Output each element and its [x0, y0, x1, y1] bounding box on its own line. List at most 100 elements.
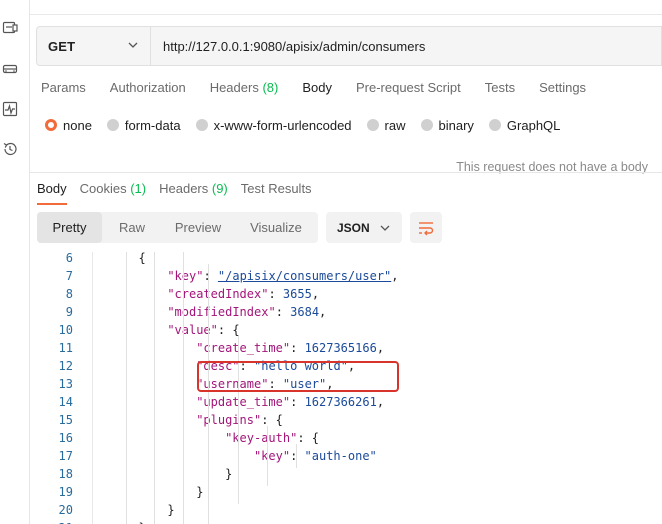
radio-label: none [63, 117, 92, 133]
radio-dot [45, 119, 57, 131]
code-line: 11 "create_time": 1627365166, [30, 339, 662, 357]
wrap-lines-button[interactable] [410, 212, 442, 243]
line-number: 14 [58, 395, 73, 409]
tab-label: Headers [159, 181, 209, 196]
line-number: 18 [58, 467, 73, 481]
tab-label: Cookies [79, 181, 127, 196]
radio-dot [366, 119, 379, 131]
json-key: "create_time" [196, 341, 291, 355]
main-panel: GET http://127.0.0.1:9080/apisix/admin/c… [30, 0, 662, 524]
tab-label: Settings [539, 80, 587, 95]
tab-label: Tests [484, 80, 516, 95]
line-number: 7 [65, 269, 73, 283]
line-number: 9 [65, 305, 73, 319]
code-line: 10 "value": { [30, 321, 662, 339]
radio-raw[interactable]: raw [366, 116, 406, 134]
code-line: 9 "modifiedIndex": 3684, [30, 303, 662, 321]
history-icon[interactable] [2, 141, 18, 157]
radio-graphql[interactable]: GraphQL [488, 116, 560, 134]
line-number: 16 [58, 431, 73, 445]
collections-icon[interactable] [2, 20, 18, 36]
tab-tests[interactable]: Tests [485, 80, 515, 102]
environments-icon[interactable] [2, 61, 18, 77]
method-select[interactable]: GET [37, 27, 151, 65]
view-preview-button[interactable]: Preview [162, 212, 234, 243]
indent-guide [126, 252, 127, 524]
request-url-bar: GET http://127.0.0.1:9080/apisix/admin/c… [36, 26, 662, 66]
json-punctuation: : { [217, 323, 240, 337]
code-line: 16 "key-auth": { [30, 429, 662, 447]
json-key: "key" [253, 449, 291, 463]
chevron-down-icon [128, 42, 138, 48]
code-text: "create_time": 1627365166, [196, 339, 384, 357]
format-label: JSON [337, 220, 370, 235]
line-number: 8 [65, 287, 73, 301]
json-punctuation: , [311, 287, 320, 301]
response-tab-test-results[interactable]: Test Results [241, 181, 312, 196]
json-punctuation: , [376, 341, 385, 355]
line-number: 13 [58, 377, 73, 391]
code-line: 8 "createdIndex": 3655, [30, 285, 662, 303]
line-number: 11 [58, 341, 73, 355]
tab-body[interactable]: Body [302, 80, 332, 102]
radio-none[interactable]: none [45, 116, 92, 134]
view-visualize-button[interactable]: Visualize [234, 212, 318, 243]
view-raw-button[interactable]: Raw [102, 212, 162, 243]
radio-binary[interactable]: binary [420, 116, 474, 134]
tab-pre-request-script[interactable]: Pre-request Script [356, 80, 461, 102]
line-number: 20 [58, 503, 73, 517]
username-highlight-box [197, 361, 399, 392]
radio-label: raw [384, 117, 406, 133]
radio-form-data[interactable]: form-data [106, 116, 181, 134]
json-value: 1627365166 [304, 341, 377, 355]
tab-label: Headers [209, 80, 259, 95]
code-text: }, [138, 519, 152, 524]
json-punctuation: , [391, 269, 399, 283]
view-mode-group: Pretty Raw Preview Visualize [37, 212, 318, 243]
response-tab-headers[interactable]: Headers (9) [159, 181, 228, 196]
response-tabs: Body Cookies (1) Headers (9) Test Results [37, 181, 325, 196]
format-select[interactable]: JSON [326, 212, 402, 243]
body-type-options: none form-data x-www-form-urlencoded raw bin… [45, 116, 575, 134]
line-number: 10 [58, 323, 73, 337]
line-number: 19 [58, 485, 73, 499]
json-punctuation: { [138, 252, 146, 265]
json-key: "update_time" [196, 395, 291, 409]
json-value: 3655 [282, 287, 312, 301]
tab-settings[interactable]: Settings [539, 80, 586, 102]
code-line: 21}, [30, 519, 662, 524]
tab-count: (9) [208, 181, 228, 196]
code-line: 6{ [30, 252, 662, 267]
code-text: "key": "auth-one" [254, 447, 377, 465]
tab-count: (8) [258, 80, 279, 95]
json-punctuation: : [203, 269, 218, 283]
json-punctuation: : [275, 305, 291, 319]
tab-headers[interactable]: Headers (8) [210, 80, 279, 102]
monitors-icon[interactable] [2, 101, 18, 117]
json-value: 1627366261 [304, 395, 377, 409]
code-line: 20} [30, 501, 662, 519]
view-pretty-button[interactable]: Pretty [37, 212, 102, 243]
response-tab-body[interactable]: Body [37, 181, 67, 196]
code-line: 15 "plugins": { [30, 411, 662, 429]
json-punctuation: : [290, 395, 305, 409]
request-tabs: Params Authorization Headers (8) Body Pre-re… [41, 80, 610, 102]
tab-label: Pre-request Script [355, 80, 461, 95]
json-punctuation: : { [297, 431, 320, 445]
wrap-lines-icon [419, 221, 434, 235]
radio-x-www-form-urlencoded[interactable]: x-www-form-urlencoded [195, 116, 352, 134]
response-tab-cookies[interactable]: Cookies (1) [80, 181, 146, 196]
active-tab-underline [37, 203, 67, 205]
indent-guide [154, 252, 155, 524]
chevron-down-icon [380, 225, 390, 231]
json-value: "auth-one" [304, 449, 377, 463]
tab-label: Body [302, 80, 332, 95]
tab-authorization[interactable]: Authorization [110, 80, 186, 102]
code-line: 18} [30, 465, 662, 483]
code-line: 17 "key": "auth-one" [30, 447, 662, 465]
tab-params[interactable]: Params [41, 80, 86, 102]
method-label: GET [48, 38, 76, 54]
url-input[interactable]: http://127.0.0.1:9080/apisix/admin/consu… [151, 27, 661, 65]
json-value[interactable]: "/apisix/consumers/user" [218, 269, 391, 283]
radio-dot [195, 119, 208, 131]
